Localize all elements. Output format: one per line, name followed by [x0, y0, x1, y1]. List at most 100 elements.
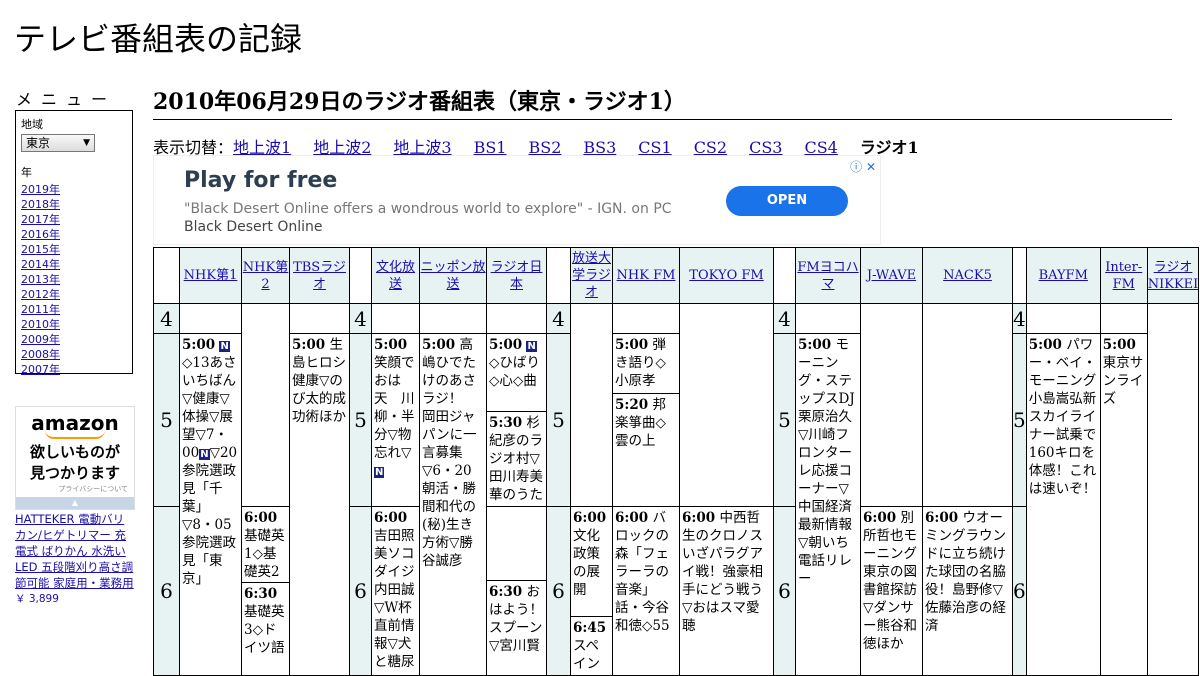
year-link-2014[interactable]: 2014年 — [21, 258, 60, 271]
program-cell[interactable]: 6:00 中西哲生のクロノスいざパラグアイ戦！強豪相手にどう戦う▽おはスマ愛聴 — [679, 506, 774, 676]
channel-link-nack5[interactable]: NACK5 — [943, 268, 992, 283]
channel-link-housoudaigaku[interactable]: 放送大学ラジオ — [572, 251, 611, 300]
program-time: 5:20 — [615, 397, 649, 413]
program-cell[interactable]: 5:00 東京サンライズ — [1099, 333, 1148, 676]
channel-header: TOKYO FM — [679, 247, 774, 304]
hour-label: 6 — [153, 506, 180, 676]
program-cell[interactable]: 6:30 おはよう！スプーン▽宮川賢 — [486, 506, 547, 676]
amazon-scroll-bar[interactable]: ▲ — [16, 497, 134, 509]
channel-header: ニッポン放送 — [419, 247, 487, 304]
channel-link-tbs[interactable]: TBSラジオ — [293, 260, 346, 292]
program-time: 5:00 — [798, 337, 832, 353]
amazon-privacy-link[interactable]: プライバシーについて — [16, 484, 134, 494]
program-cell[interactable]: 6:00 ウオーミングラウンドに立ち続けた球団の名脇役！島野修▽佐藤治彦の経済 — [922, 506, 1013, 676]
year-link-2017[interactable]: 2017年 — [21, 213, 60, 226]
program-time: 6:30 — [244, 586, 278, 602]
channel-link-nhk2[interactable]: NHK第2 — [243, 260, 288, 292]
channel-link-nhk1[interactable]: NHK第1 — [184, 268, 238, 283]
year-link-2013[interactable]: 2013年 — [21, 273, 60, 286]
program-block[interactable]: 5:20 邦楽箏曲◇雲の上 — [614, 394, 679, 452]
program-cell-empty — [860, 303, 923, 507]
program-cell[interactable]: 5:00 弾き語り◇小原孝 5:20 邦楽箏曲◇雲の上 — [612, 333, 680, 507]
program-cell[interactable]: 5:00 モーニング・ステップスDJ栗原治久▽川崎フロンターレ応援コーナー▽中国… — [795, 333, 861, 676]
program-text: 基礎英3◇ドイツ語 — [244, 604, 285, 656]
hour-label: 6 — [349, 506, 372, 676]
ad-info-close-icon[interactable]: ⓘ ✕ — [850, 158, 876, 175]
banner-ad-desc: "Black Desert Online offers a wondrous w… — [184, 200, 704, 236]
program-time: 5:00 — [489, 337, 523, 353]
hour-label: 5 — [349, 333, 372, 507]
program-cell[interactable]: 6:00 基礎英1◇基礎英2 6:30 基礎英3◇ドイツ語 — [241, 506, 290, 676]
year-link-2016[interactable]: 2016年 — [21, 228, 60, 241]
program-cell[interactable]: 5:00 N ◇ひばり◇心◇曲 5:30 杉紀彦のラジオ村▽田川寿美華のうた — [486, 333, 547, 507]
hour-label: 5 — [546, 333, 571, 507]
year-link-2012[interactable]: 2012年 — [21, 288, 60, 301]
program-cell-empty — [241, 303, 290, 507]
channel-link-jwave[interactable]: J-WAVE — [867, 268, 916, 283]
amazon-logo: amazon — [31, 411, 119, 435]
program-text: 別所哲也モーニング東京の図書館探訪▽ダンサー熊谷和徳ほか — [863, 510, 917, 652]
program-block[interactable]: 6:45 スペイン — [572, 617, 612, 675]
product-link[interactable]: HATTEKER 電動バリカン/ヒゲトリマー 充電式 ばりかん 水洗いLED 五… — [15, 512, 134, 590]
channel-link-fmyokohama[interactable]: FMヨコハマ — [797, 260, 858, 292]
program-time: 6:00 — [682, 510, 716, 526]
hour-label: 4 — [349, 303, 372, 334]
channel-link-bunka[interactable]: 文化放送 — [376, 260, 415, 292]
channel-link-nippon[interactable]: ニッポン放送 — [421, 260, 486, 292]
program-block[interactable]: 5:00 N ◇ひばり◇心◇曲 — [487, 335, 546, 412]
program-time: 5:00 — [374, 337, 408, 353]
region-select[interactable]: 東京 ▼ — [21, 134, 95, 152]
channel-link-radionikkei[interactable]: ラジオNIKKEI — [1148, 260, 1198, 292]
program-block[interactable]: 5:00 弾き語り◇小原孝 — [613, 335, 679, 394]
program-cell[interactable]: 6:00 別所哲也モーニング東京の図書館探訪▽ダンサー熊谷和徳ほか — [860, 506, 923, 676]
program-cell[interactable]: 5:00 生島ヒロシ 健康▽のび太的成功術ほか — [289, 333, 350, 676]
program-cell-empty — [371, 303, 420, 334]
site-title: テレビ番組表の記録 — [14, 20, 303, 58]
year-link-2018[interactable]: 2018年 — [21, 198, 60, 211]
program-cell[interactable]: 6:00 文化政策の展開 6:45 スペイン — [570, 506, 613, 676]
year-link-2019[interactable]: 2019年 — [21, 183, 60, 196]
program-block[interactable]: 6:00 文化政策の展開 — [571, 508, 612, 617]
program-grid: NHK第1 NHK第2 TBSラジオ 文化放送 ニッポン放送 ラジオ日本 放送大… — [153, 247, 1200, 676]
product-item[interactable]: HATTEKER 電動バリカン/ヒゲトリマー 充電式 ばりかん 水洗いLED 五… — [15, 511, 135, 607]
hour-col-header — [546, 247, 571, 304]
amazon-ad-line1: 欲しいものが — [29, 443, 120, 461]
banner-ad-advertiser: Black Desert Online — [184, 219, 323, 235]
news-badge-icon: N — [374, 467, 385, 478]
channel-header: NHK第2 — [241, 247, 290, 304]
program-time: 5:00 — [182, 337, 216, 353]
amazon-ad[interactable]: amazon 欲しいものが 見つかります プライバシーについて ▲ — [15, 406, 135, 510]
channel-header: NHK第1 — [179, 247, 242, 304]
year-link-2011[interactable]: 2011年 — [21, 303, 60, 316]
program-block[interactable]: 5:30 杉紀彦のラジオ村▽田川寿美華のうた — [488, 412, 546, 506]
channel-link-bayfm[interactable]: BAYFM — [1039, 268, 1088, 283]
program-block[interactable] — [487, 508, 546, 581]
year-link-2009[interactable]: 2009年 — [21, 333, 60, 346]
program-time: 6:30 — [489, 584, 523, 600]
program-cell[interactable]: 5:00 パワー・ベイ・モーニング小島嵩弘新スカイライナー試乗で160キロを体感… — [1025, 333, 1101, 676]
year-link-2007[interactable]: 2007年 — [21, 363, 60, 376]
channel-header: 文化放送 — [371, 247, 420, 304]
program-cell[interactable]: 5:00 N◇13あさいちばん▽健康▽体操▽展望▽7・00N▽20参院選政見「千… — [179, 333, 242, 676]
channel-header: NACK5 — [922, 247, 1013, 304]
banner-ad-open-button[interactable]: OPEN — [726, 186, 848, 216]
program-cell[interactable]: 5:00 笑顔でおは 天 川柳・半分▽物忘れ▽ N — [371, 333, 420, 507]
year-link-2010[interactable]: 2010年 — [21, 318, 60, 331]
program-block[interactable]: 6:00 基礎英1◇基礎英2 — [242, 508, 289, 583]
channel-link-interfm[interactable]: Inter-FM — [1105, 260, 1142, 292]
channel-link-nhkfm[interactable]: NHK FM — [617, 268, 676, 283]
hour-label: 4 — [773, 303, 796, 334]
channel-link-radionippon[interactable]: ラジオ日本 — [491, 260, 543, 292]
channel-header: 放送大学ラジオ — [570, 247, 613, 304]
banner-ad[interactable]: ⓘ ✕ Play for free "Black Desert Online o… — [153, 155, 881, 245]
year-link-2015[interactable]: 2015年 — [21, 243, 60, 256]
program-cell[interactable]: 6:00 吉田照美ソコダイジ内田誠▽W杯直前情報▽犬と糖尿 — [371, 506, 420, 676]
year-link-2008[interactable]: 2008年 — [21, 348, 60, 361]
channel-link-tokyofm[interactable]: TOKYO FM — [689, 268, 763, 283]
program-cell[interactable]: 5:00 高嶋ひでたけのあさラジ！ 岡田ジャパンに一言募集▽6・20朝活・勝間和… — [419, 333, 487, 676]
program-time: 6:00 — [244, 510, 278, 526]
program-cell[interactable]: 6:00 バロックの森「フェラーラの音楽」話・今谷和徳◇55 — [612, 506, 680, 676]
program-block[interactable]: 6:30 おはよう！スプーン▽宮川賢 — [488, 581, 546, 657]
hour-label: 4 — [1012, 303, 1027, 334]
program-block[interactable]: 6:30 基礎英3◇ドイツ語 — [243, 583, 289, 659]
